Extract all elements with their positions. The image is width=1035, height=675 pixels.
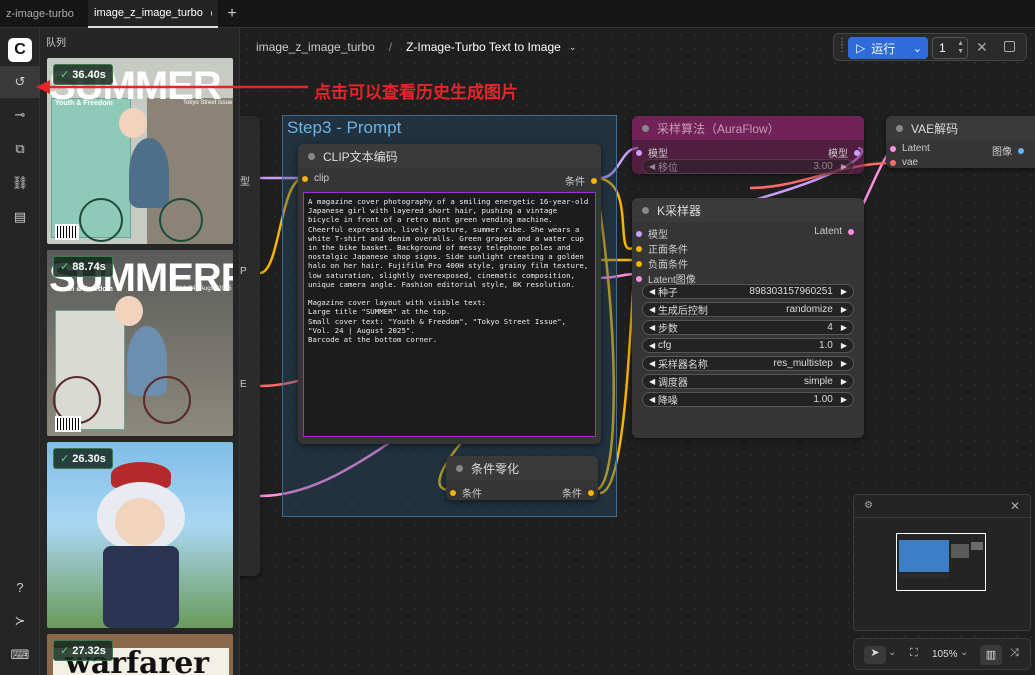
time-badge: ✓ 27.32s	[53, 640, 113, 661]
divider	[854, 517, 1032, 518]
time-value: 26.30s	[72, 453, 106, 465]
time-value: 27.32s	[72, 645, 106, 657]
minimap-node	[951, 544, 969, 558]
check-icon: ✓	[60, 69, 70, 81]
minimap-group	[899, 540, 949, 572]
minimap[interactable]: ⚙ ✕	[853, 494, 1032, 631]
chevron-down-icon[interactable]: ⌄	[960, 647, 968, 658]
minimap-node	[971, 542, 983, 550]
minimap-viewport[interactable]	[896, 533, 986, 591]
zoom-level[interactable]: 105%	[932, 649, 958, 660]
check-icon: ✓	[60, 453, 70, 465]
check-icon: ✓	[60, 645, 70, 657]
time-badge: ✓ 26.30s	[53, 448, 113, 469]
close-icon[interactable]: ✕	[1010, 499, 1020, 513]
settings-icon[interactable]: ⚙	[864, 500, 873, 511]
minimap-node	[899, 574, 949, 578]
check-icon: ✓	[60, 261, 70, 273]
time-value: 36.40s	[72, 69, 106, 81]
fit-view-icon[interactable]: ⛶	[910, 647, 918, 660]
time-value: 88.74s	[72, 261, 106, 273]
canvas-toolbar: ➤ ⌄ ⛶ 105% ⌄ ▥ ⤨	[853, 638, 1031, 670]
pointer-icon[interactable]: ➤	[864, 646, 886, 664]
time-badge: ✓ 88.74s	[53, 256, 113, 277]
annotation-text: 点击可以查看历史生成图片	[314, 83, 518, 102]
map-icon[interactable]: ▥	[980, 645, 1002, 665]
time-badge: ✓ 36.40s	[53, 64, 113, 85]
link-visibility-icon[interactable]: ⤨	[1010, 647, 1019, 660]
chevron-down-icon[interactable]: ⌄	[888, 647, 896, 658]
